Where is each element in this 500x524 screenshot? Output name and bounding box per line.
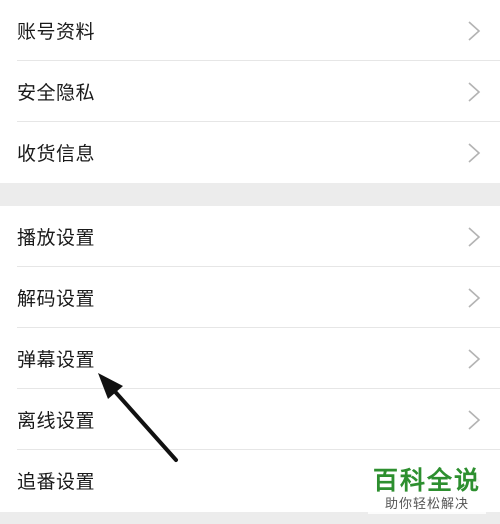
section-separator [0,183,500,206]
watermark-subtitle: 助你轻松解决 [384,497,469,512]
settings-item-decoding[interactable]: 解码设置 [0,267,500,328]
settings-item-danmaku[interactable]: 弹幕设置 [0,328,500,389]
settings-item-security-privacy[interactable]: 安全隐私 [0,61,500,122]
settings-item-offline[interactable]: 离线设置 [0,389,500,450]
settings-item-label: 追番设置 [17,471,96,493]
watermark-title: 百科全说 [372,466,481,495]
chevron-right-icon [468,226,481,247]
settings-item-account-profile[interactable]: 账号资料 [0,0,500,61]
settings-item-playback[interactable]: 播放设置 [0,206,500,267]
settings-list: 账号资料 安全隐私 收货信息 播放设置 解码设置 弹幕设置 离线设置 追番设置 [0,0,500,511]
settings-item-label: 账号资料 [17,21,96,43]
settings-item-label: 播放设置 [17,227,96,249]
settings-item-label: 离线设置 [17,410,96,432]
settings-item-label: 安全隐私 [17,82,96,104]
watermark: 百科全说 助你轻松解决 [368,466,486,514]
chevron-right-icon [468,20,481,41]
settings-item-label: 弹幕设置 [17,349,96,371]
chevron-right-icon [468,142,481,163]
chevron-right-icon [468,81,481,102]
settings-item-shipping-info[interactable]: 收货信息 [0,122,500,183]
chevron-right-icon [468,287,481,308]
settings-item-label: 收货信息 [17,143,96,165]
settings-item-label: 解码设置 [17,288,96,310]
chevron-right-icon [468,348,481,369]
chevron-right-icon [468,409,481,430]
settings-group-account: 账号资料 安全隐私 收货信息 [0,0,500,183]
